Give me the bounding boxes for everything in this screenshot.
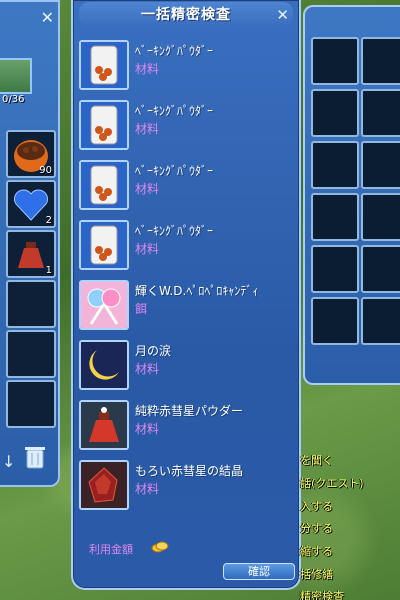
list-item[interactable]: ﾍﾞｰｷﾝｸﾞﾊﾟｳﾀﾞｰ 材料 <box>79 100 297 154</box>
item-type: 材料 <box>135 422 160 436</box>
menu-item[interactable]: 括修繕 <box>300 566 333 582</box>
crescent-moon-icon <box>79 340 129 390</box>
storage-slot[interactable] <box>361 37 400 85</box>
item-type: 材料 <box>135 62 160 76</box>
inventory-slot[interactable] <box>6 330 56 378</box>
storage-slot[interactable] <box>361 141 400 189</box>
menu-item[interactable]: 精密検査 <box>300 588 344 600</box>
item-type: 材料 <box>135 482 160 496</box>
slot-count: 90 <box>39 165 52 176</box>
lollipop-candy-icon <box>79 280 129 330</box>
slot-count: 1 <box>45 265 52 276</box>
list-item[interactable]: 純粋赤彗星パウダー 材料 <box>79 400 297 454</box>
menu-item[interactable]: 縮する <box>300 543 333 559</box>
item-name: もろい赤彗星の結晶 <box>135 464 244 478</box>
confirm-button[interactable]: 確認 <box>223 563 295 580</box>
baking-powder-can-icon <box>79 40 129 90</box>
list-item[interactable]: もろい赤彗星の結晶 材料 <box>79 460 297 514</box>
red-powder-pouch-icon <box>79 400 129 450</box>
arrow-down-icon[interactable]: ↓ <box>2 452 15 471</box>
menu-item[interactable]: 入する <box>300 498 333 514</box>
baking-powder-can-icon <box>79 160 129 210</box>
trash-icon[interactable] <box>24 444 46 470</box>
menu-item[interactable]: を聞く <box>300 452 333 468</box>
list-item[interactable]: ﾍﾞｰｷﾝｸﾞﾊﾟｳﾀﾞｰ 材料 <box>79 40 297 94</box>
window-title: 一括精密検査 <box>141 7 231 23</box>
inventory-slot[interactable]: 1 <box>6 230 56 278</box>
item-type: 材料 <box>135 242 160 256</box>
inventory-slot[interactable]: 90 <box>6 130 56 178</box>
storage-slot[interactable] <box>311 297 359 345</box>
item-name: ﾍﾞｰｷﾝｸﾞﾊﾟｳﾀﾞｰ <box>135 44 214 58</box>
storage-slot[interactable] <box>311 37 359 85</box>
item-name: 月の涙 <box>135 344 172 358</box>
list-item[interactable]: 月の涙 材料 <box>79 340 297 394</box>
item-type: 餌 <box>135 302 148 316</box>
item-name: ﾍﾞｰｷﾝｸﾞﾊﾟｳﾀﾞｰ <box>135 164 214 178</box>
inventory-slot[interactable] <box>6 380 56 428</box>
inventory-slot[interactable] <box>6 280 56 328</box>
inventory-tab[interactable] <box>0 58 32 94</box>
inventory-slot[interactable]: 2 <box>6 180 56 228</box>
storage-slot[interactable] <box>311 141 359 189</box>
slot-count: 2 <box>45 215 52 226</box>
item-name: ﾍﾞｰｷﾝｸﾞﾊﾟｳﾀﾞｰ <box>135 104 214 118</box>
storage-slot[interactable] <box>361 245 400 293</box>
storage-slot[interactable] <box>361 193 400 241</box>
menu-item[interactable]: 分する <box>300 520 333 536</box>
item-type: 材料 <box>135 362 160 376</box>
menu-item[interactable]: 話(クエスト) <box>300 475 364 491</box>
item-type: 材料 <box>135 122 160 136</box>
baking-powder-can-icon <box>79 220 129 270</box>
storage-slot[interactable] <box>311 89 359 137</box>
item-type: 材料 <box>135 182 160 196</box>
inventory-count: 0/36 <box>2 94 25 105</box>
baking-powder-can-icon <box>79 100 129 150</box>
storage-slot[interactable] <box>361 297 400 345</box>
item-name: ﾍﾞｰｷﾝｸﾞﾊﾟｳﾀﾞｰ <box>135 224 214 238</box>
item-name: 純粋赤彗星パウダー <box>135 404 244 418</box>
item-name: 輝くW.D.ﾍﾟﾛﾍﾟﾛｷｬﾝﾃﾞｨ <box>135 284 259 298</box>
red-crystal-icon <box>79 460 129 510</box>
storage-panel <box>303 5 400 385</box>
close-icon[interactable]: ✕ <box>276 6 289 24</box>
coin-icon <box>151 541 169 553</box>
list-item[interactable]: 輝くW.D.ﾍﾟﾛﾍﾟﾛｷｬﾝﾃﾞｨ 餌 <box>79 280 297 334</box>
storage-slot[interactable] <box>311 245 359 293</box>
list-item[interactable]: ﾍﾞｰｷﾝｸﾞﾊﾟｳﾀﾞｰ 材料 <box>79 160 297 214</box>
list-item[interactable]: ﾍﾞｰｷﾝｸﾞﾊﾟｳﾀﾞｰ 材料 <box>79 220 297 274</box>
storage-slot[interactable] <box>311 193 359 241</box>
bulk-inspection-window: 一括精密検査 ✕ ﾍﾞｰｷﾝｸﾞﾊﾟｳﾀﾞｰ 材料 ﾍﾞｰｷﾝｸﾞﾊﾟｳﾀﾞｰ … <box>71 0 301 590</box>
close-icon[interactable]: ✕ <box>41 8 54 27</box>
fee-label: 利用金額 <box>89 543 133 556</box>
storage-slot[interactable] <box>361 89 400 137</box>
